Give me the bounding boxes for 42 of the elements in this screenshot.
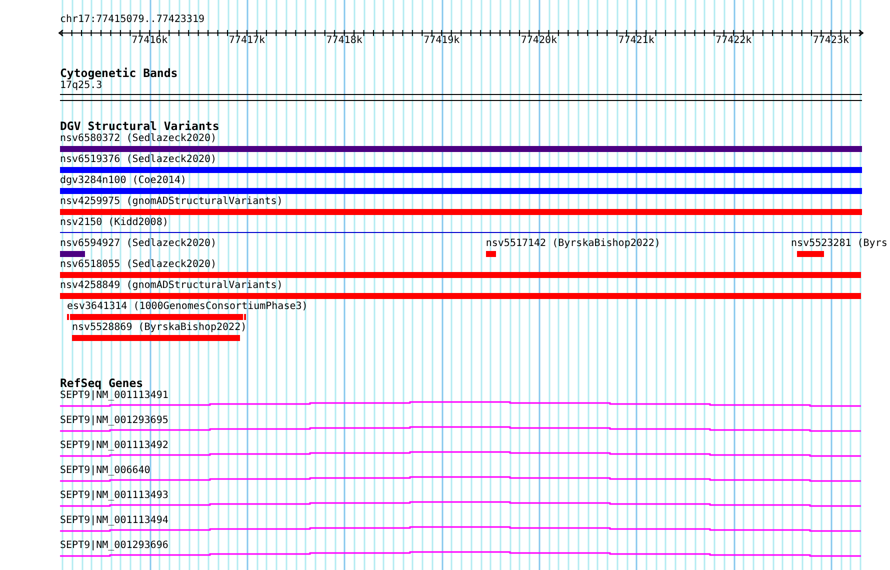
- variant-bar[interactable]: [486, 251, 496, 257]
- tick-label: 77417k: [228, 35, 266, 47]
- cytoband[interactable]: [60, 94, 862, 101]
- track-title: Cytogenetic Bands: [60, 67, 178, 80]
- variant-label[interactable]: nsv5528869 (ByrskaBishop2022): [72, 322, 247, 334]
- variant-label[interactable]: nsv6594927 (Sedlazeck2020): [60, 238, 217, 250]
- gene-label[interactable]: SEPT9|NM_006640: [60, 465, 150, 477]
- tick-label: 77420k: [520, 35, 558, 47]
- variant-label[interactable]: esv3641314 (1000GenomesConsortiumPhase3): [66, 301, 308, 313]
- region-label: chr17:77415079..77423319: [60, 14, 204, 26]
- gene-label[interactable]: SEPT9|NM_001113493: [60, 490, 168, 502]
- variant-label[interactable]: nsv4259975 (gnomADStructuralVariants): [60, 196, 283, 208]
- gene-label[interactable]: SEPT9|NM_001293695: [60, 415, 168, 427]
- tick-label: 77416k: [132, 35, 168, 47]
- variant-label[interactable]: nsv4258849 (gnomADStructuralVariants): [60, 280, 283, 292]
- variant-label[interactable]: nsv6519376 (Sedlazeck2020): [60, 154, 217, 166]
- variant-line[interactable]: [60, 232, 862, 233]
- variant-label[interactable]: nsv5523281 (Byrs: [791, 238, 888, 250]
- gene-line-drawing[interactable]: [60, 451, 862, 458]
- gene-line-drawing[interactable]: [60, 526, 862, 533]
- variant-label[interactable]: nsv2150 (Kidd2008): [60, 217, 168, 229]
- gene-line-drawing[interactable]: [60, 426, 862, 433]
- tick-label: 77418k: [326, 35, 362, 47]
- gene-label[interactable]: SEPT9|NM_001113494: [60, 515, 168, 527]
- variant-label[interactable]: nsv5517142 (ByrskaBishop2022): [486, 238, 660, 250]
- gene-line-drawing[interactable]: [60, 551, 862, 558]
- gene-line-drawing[interactable]: [60, 401, 862, 408]
- gene-line-drawing[interactable]: [60, 476, 862, 483]
- gene-label[interactable]: SEPT9|NM_001113491: [60, 390, 168, 402]
- gene-label[interactable]: SEPT9|NM_001293696: [60, 540, 168, 552]
- track-title: RefSeq Genes: [60, 377, 144, 390]
- track-title: DGV Structural Variants: [60, 120, 220, 133]
- variant-label[interactable]: nsv6580372 (Sedlazeck2020): [60, 133, 217, 145]
- band-label: 17q25.3: [60, 80, 102, 92]
- tick-label: 77419k: [424, 35, 460, 47]
- tick-label: 77421k: [618, 35, 654, 47]
- variant-label[interactable]: nsv6518055 (Sedlazeck2020): [60, 259, 217, 271]
- variant-label[interactable]: dgv3284n100 (Coe2014): [60, 175, 186, 187]
- gene-label[interactable]: SEPT9|NM_001113492: [60, 440, 168, 452]
- tick-label: 77423k: [812, 35, 849, 47]
- tick-label: 77422k: [716, 35, 752, 47]
- gene-line-drawing[interactable]: [60, 501, 862, 508]
